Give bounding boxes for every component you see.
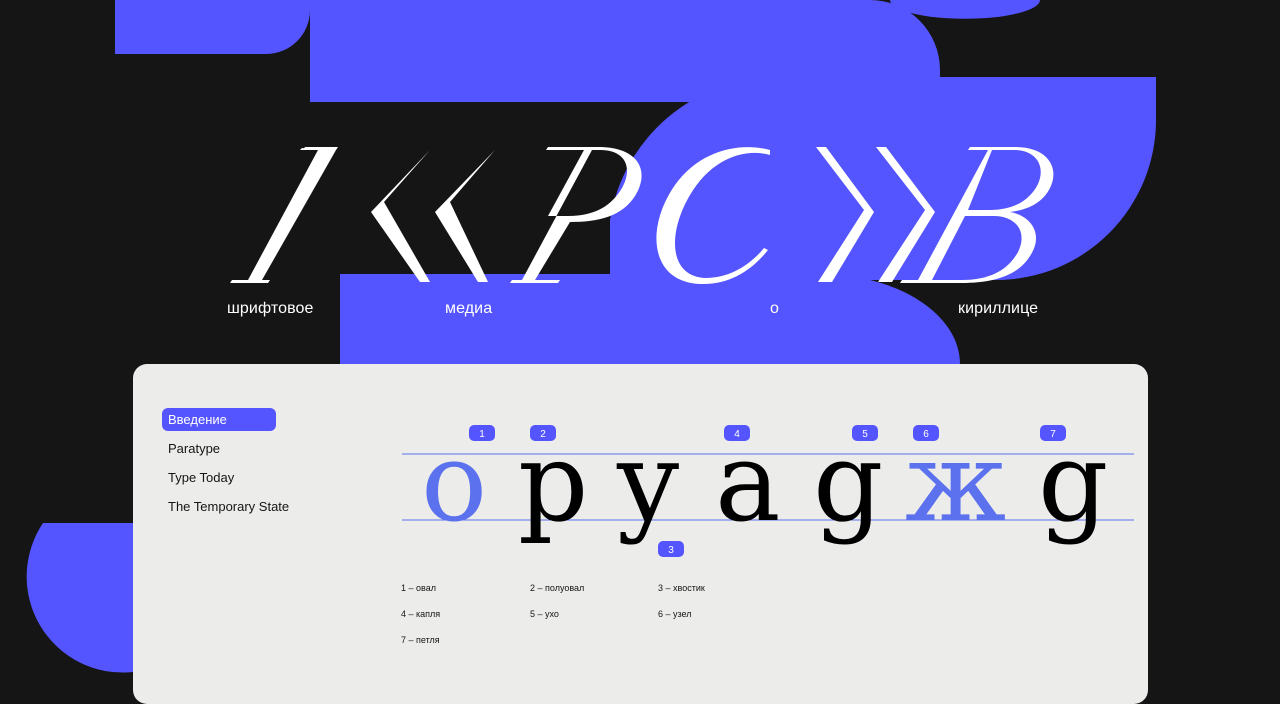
logo-letter-k [230, 147, 338, 283]
marker-7[interactable]: 7 [1040, 425, 1066, 441]
svg-text:5: 5 [862, 429, 868, 440]
content-card: Введение Paratype Type Today The Tempora… [133, 364, 1148, 704]
glyph-y: y [616, 418, 679, 546]
svg-text:7: 7 [1050, 429, 1056, 440]
svg-text:2: 2 [540, 429, 546, 440]
logo-lettering [230, 147, 1054, 285]
marker-2[interactable]: 2 [530, 425, 556, 441]
legend-item-5: 5 – ухо [530, 609, 559, 619]
legend-item-2: 2 – полуовал [530, 583, 585, 593]
logo-chevron-3 [816, 147, 874, 282]
legend-item-3: 3 – хвостик [658, 583, 705, 593]
tagline-word-1: шрифтовое [227, 300, 314, 317]
legend-item-7: 7 – петля [401, 635, 440, 645]
logo-chevron-4 [876, 147, 935, 282]
legend-item-4: 4 – капля [401, 609, 441, 619]
logo-chevron-1 [371, 150, 430, 282]
logo-letter-r [510, 147, 642, 283]
tagline-word-3: о [770, 300, 779, 317]
svg-text:6: 6 [923, 429, 929, 440]
legend-item-6: 6 – узел [658, 609, 692, 619]
logo-letter-s [656, 147, 770, 285]
marker-5[interactable]: 5 [852, 425, 878, 441]
svg-text:4: 4 [734, 429, 740, 440]
marker-3[interactable]: 3 [658, 541, 684, 557]
glyph-specimen: o p y a g ж g 1 2 3 4 5 6 7 [402, 418, 1134, 557]
svg-text:3: 3 [668, 545, 674, 556]
marker-4[interactable]: 4 [724, 425, 750, 441]
marker-1[interactable]: 1 [469, 425, 495, 441]
marker-6[interactable]: 6 [913, 425, 939, 441]
tagline-word-4: кириллице [958, 300, 1039, 317]
svg-text:1: 1 [479, 429, 485, 440]
logo-chevron-2 [435, 150, 495, 282]
tagline-word-2: медиа [445, 300, 493, 317]
legend-item-1: 1 – овал [401, 583, 436, 593]
